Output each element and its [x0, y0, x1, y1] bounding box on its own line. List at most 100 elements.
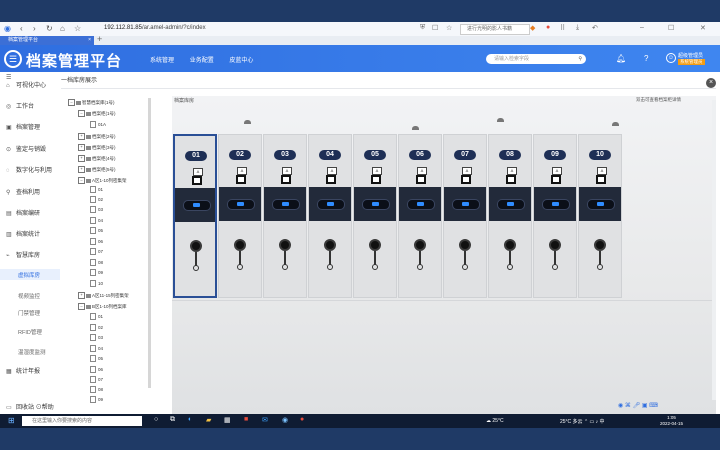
- menu-grid-icon[interactable]: ⠿: [560, 24, 565, 32]
- browser-tab-active[interactable]: 档案管理平台 ×: [0, 36, 94, 45]
- handle-knob-icon[interactable]: [279, 239, 291, 251]
- collapse-icon[interactable]: –: [68, 99, 75, 107]
- sidebar-sub-video[interactable]: 视频监控: [18, 292, 40, 300]
- tree-leaf[interactable]: 04: [90, 216, 103, 225]
- forward-icon[interactable]: ›: [33, 24, 36, 33]
- cabinet[interactable]: 02 A: [218, 134, 262, 298]
- tree-leaf[interactable]: 01: [90, 185, 103, 194]
- image-icon[interactable]: ▣: [642, 403, 648, 409]
- sidebar-item-lookup[interactable]: ⚲ 查档利用: [0, 187, 60, 199]
- browser-app-icon[interactable]: ◉: [282, 416, 288, 424]
- tree-scrollbar[interactable]: [148, 98, 151, 388]
- tree-leaf[interactable]: 01: [90, 312, 103, 321]
- tree-leaf[interactable]: 05: [90, 226, 103, 235]
- system-tray[interactable]: 25°C 多云 ⌃ ▭ ♪ 中: [560, 418, 605, 425]
- expand-icon[interactable]: +: [78, 133, 85, 141]
- sidebar-item-archive[interactable]: ▣ 档案管理: [0, 122, 60, 134]
- tree-leaf[interactable]: 07: [90, 375, 103, 384]
- sidebar-sub-virtual[interactable]: 虚拟库房: [18, 271, 40, 279]
- tree-leaf[interactable]: 01A: [90, 120, 106, 129]
- tree-node[interactable]: – 档案柜(1号): [78, 109, 116, 118]
- tree-leaf[interactable]: 06: [90, 365, 103, 374]
- tree-leaf[interactable]: 04: [90, 344, 103, 353]
- expand-icon[interactable]: +: [78, 155, 85, 163]
- address-bar[interactable]: 192.112.81.85/ar.amel-admin/?c/index: [104, 25, 206, 31]
- handle-knob-icon[interactable]: [190, 240, 202, 252]
- cabinet[interactable]: 03 A: [263, 134, 307, 298]
- browser-search-box[interactable]: 进行光明的影人书籍: [460, 24, 530, 35]
- collapse-icon[interactable]: –: [78, 110, 85, 118]
- undo-icon[interactable]: ↶: [592, 24, 598, 32]
- sidebar-sub-door[interactable]: 门禁管理: [18, 309, 40, 317]
- tree-leaf[interactable]: 07: [90, 247, 103, 256]
- handle-knob-icon[interactable]: [414, 239, 426, 251]
- tree-node[interactable]: + 档案柜(3号): [78, 143, 116, 152]
- cabinet[interactable]: 07 A: [443, 134, 487, 298]
- close-tab-icon[interactable]: ×: [88, 36, 91, 45]
- sidebar-item-visual[interactable]: ⌂ 可视化中心: [0, 80, 60, 92]
- close-window-icon[interactable]: ✕: [700, 24, 706, 32]
- new-tab-icon[interactable]: +: [97, 34, 102, 44]
- maximize-icon[interactable]: ☐: [668, 24, 674, 32]
- extension-icon[interactable]: ◆: [530, 24, 535, 32]
- multitask-icon[interactable]: ⧉: [170, 416, 175, 424]
- cabinet[interactable]: 04 A: [308, 134, 352, 298]
- notification-icon[interactable]: 🔔︎: [616, 54, 626, 63]
- taskbar-search[interactable]: 在这里输入你要搜索的内容: [22, 416, 142, 426]
- minimize-icon[interactable]: –: [640, 24, 644, 31]
- tree-leaf[interactable]: 02: [90, 195, 103, 204]
- sidebar-sub-humidity[interactable]: 温湿度监测: [18, 348, 46, 356]
- recycle-link[interactable]: 回收站: [16, 405, 34, 411]
- tree-leaf[interactable]: 08: [90, 385, 103, 394]
- record-icon[interactable]: ●: [300, 416, 304, 423]
- handle-knob-icon[interactable]: [459, 239, 471, 251]
- app-icon[interactable]: ■: [244, 416, 248, 423]
- scene-scrollbar[interactable]: [712, 100, 716, 400]
- chat-icon[interactable]: ◉: [618, 403, 623, 409]
- expand-icon[interactable]: +: [78, 144, 85, 152]
- tree-leaf[interactable]: 05: [90, 354, 103, 363]
- sidebar-item-stats[interactable]: ▥ 档案统计: [0, 229, 60, 241]
- cabinet[interactable]: 08 A: [488, 134, 532, 298]
- mic-icon[interactable]: 🎤︎: [633, 403, 641, 409]
- tree-leaf[interactable]: 09: [90, 395, 103, 404]
- tree-node[interactable]: + A区11-15列密集架: [78, 291, 129, 300]
- explorer-icon[interactable]: ▰: [206, 416, 211, 424]
- handle-knob-icon[interactable]: [594, 239, 606, 251]
- menu-business[interactable]: 业务配置: [190, 58, 214, 64]
- handle-knob-icon[interactable]: [504, 239, 516, 251]
- app-search-input[interactable]: 请输入检索字段 ⚲: [486, 54, 586, 64]
- tree-leaf[interactable]: 09: [90, 268, 103, 277]
- extension2-icon[interactable]: ●: [546, 24, 550, 31]
- cabinet[interactable]: 01 A: [173, 134, 217, 298]
- tree-leaf[interactable]: 02: [90, 323, 103, 332]
- tree-root[interactable]: – 智慧档案库(1号): [68, 98, 115, 107]
- keyboard-icon[interactable]: ⌨: [649, 403, 658, 409]
- tree-leaf[interactable]: 06: [90, 237, 103, 246]
- cabinet[interactable]: 06 A: [398, 134, 442, 298]
- reader-icon[interactable]: ☐: [432, 24, 438, 32]
- sidebar-item-compile[interactable]: ▤ 档案编研: [0, 208, 60, 220]
- help-link[interactable]: 帮助: [42, 405, 54, 411]
- handle-knob-icon[interactable]: [324, 239, 336, 251]
- weather-widget[interactable]: ☁ 25°C: [486, 418, 504, 424]
- tree-leaf[interactable]: 08: [90, 258, 103, 267]
- tool-icon[interactable]: ⌘: [625, 403, 631, 409]
- store-icon[interactable]: ▦: [224, 416, 231, 424]
- collapse-icon[interactable]: –: [78, 303, 85, 311]
- bookmark-icon[interactable]: ☆: [74, 24, 81, 33]
- collapse-icon[interactable]: –: [78, 177, 85, 185]
- shield-icon[interactable]: ⛨: [420, 24, 425, 32]
- tree-node[interactable]: – A区1-10列密集架: [78, 176, 127, 185]
- cabinet[interactable]: 10 A: [578, 134, 622, 298]
- tree-leaf[interactable]: 03: [90, 333, 103, 342]
- sidebar-item-workbench[interactable]: ◎ 工作台: [0, 101, 60, 113]
- task-view-icon[interactable]: ○: [154, 416, 158, 423]
- expand-icon[interactable]: +: [78, 292, 85, 300]
- refresh-icon[interactable]: ↻: [46, 24, 53, 33]
- mail-icon[interactable]: ✉: [262, 416, 268, 424]
- handle-knob-icon[interactable]: [549, 239, 561, 251]
- handle-knob-icon[interactable]: [234, 239, 246, 251]
- sidebar-item-warehouse[interactable]: ⌁ 智慧库房: [0, 250, 60, 262]
- tree-leaf[interactable]: 03: [90, 205, 103, 214]
